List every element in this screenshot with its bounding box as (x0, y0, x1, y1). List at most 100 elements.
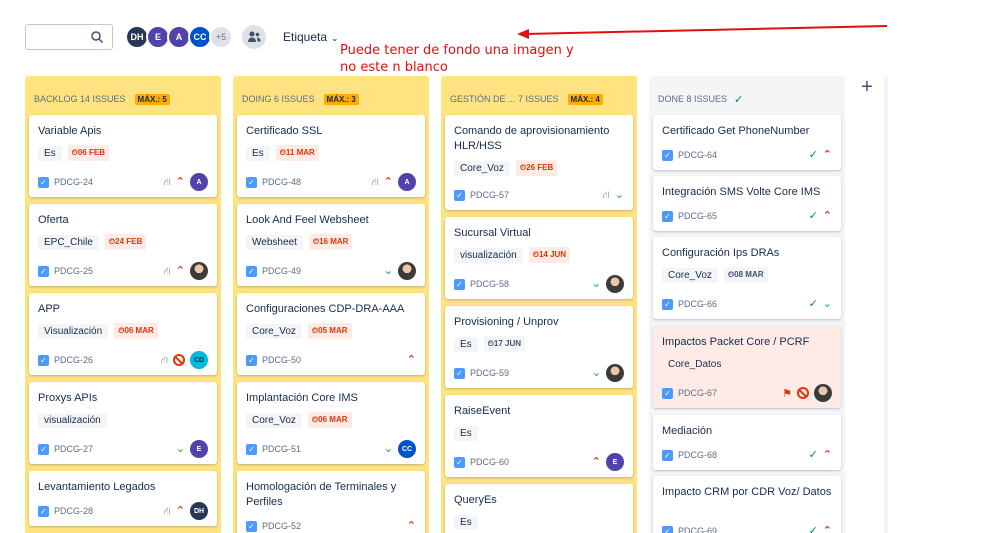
priority-high-icon: ⌃ (406, 353, 416, 366)
issue-card[interactable]: Variable Apis Es ⏲06 FEB ✓ PDCG-24 ⛙ ⌃ A (29, 115, 217, 197)
priority-high-icon: ⌃ (822, 209, 832, 222)
priority-high-icon: ⌃ (383, 175, 393, 188)
assignee-avatar[interactable]: A (398, 173, 416, 191)
card-title: Certificado SSL (246, 125, 323, 137)
issue-key: PDCG-64 (678, 150, 718, 160)
issue-card-flagged[interactable]: Impactos Packet Core / PCRF Core_Datos ✓… (653, 326, 841, 408)
issue-card[interactable]: Provisioning / Unprov Es ⏲17 JUN ✓ PDCG-59… (445, 306, 633, 388)
column-backlog: BACKLOG 14 ISSUES MÁX.: 5 Variable Apis … (25, 76, 221, 533)
issue-card[interactable]: Certificado Get PhoneNumber ✓ PDCG-64 ✓ ⌃ (653, 115, 841, 170)
story-type-icon: ✓ (246, 443, 257, 455)
due-date-badge: ⏲17 JUN (483, 336, 526, 352)
issue-card[interactable]: Look And Feel Websheet Websheet ⏲16 MAR ✓… (237, 204, 425, 286)
assignee-avatar[interactable] (606, 364, 624, 382)
story-type-icon: ✓ (662, 149, 673, 161)
assignee-avatar[interactable] (814, 384, 832, 402)
story-type-icon: ✓ (38, 354, 49, 366)
issue-card[interactable]: Mediación ✓ PDCG-68 ✓ ⌃ (653, 415, 841, 470)
done-check-icon: ✓ (808, 297, 818, 310)
label-filter-dropdown[interactable]: Etiqueta ⌄ (283, 30, 339, 44)
blocked-icon (173, 354, 185, 366)
issue-card[interactable]: Levantamiento Legados ✓ PDCG-28 ⛙ ⌃ DH (29, 471, 217, 526)
issue-card[interactable]: RaiseEvent Es ✓ PDCG-60 ⌃ E (445, 395, 633, 477)
story-type-icon: ✓ (662, 449, 673, 461)
column-title: BACKLOG 14 ISSUES (34, 94, 126, 104)
assignee-avatar[interactable] (606, 275, 624, 293)
due-date-badge: ⏲06 MAR (307, 412, 352, 428)
search-icon (91, 31, 104, 44)
issue-key: PDCG-58 (470, 279, 510, 289)
issue-card[interactable]: Implantación Core IMS Core_Voz ⏲06 MAR ✓ P… (237, 382, 425, 464)
done-check-icon: ✓ (808, 209, 818, 222)
assignee-avatar[interactable]: E (190, 440, 208, 458)
issue-key: PDCG-25 (54, 266, 94, 276)
add-column-button[interactable]: + (856, 76, 878, 98)
issue-card[interactable]: Sucursal Virtual visualización ⏲14 JUN ✓ P… (445, 217, 633, 299)
card-title: Sucursal Virtual (454, 227, 531, 239)
issue-card[interactable]: Proxys APIs visualización ✓ PDCG-27 ⌄ E (29, 382, 217, 464)
issue-card[interactable]: Impacto CRM por CDR Voz/ Datos ✓ PDCG-69 ✓… (653, 476, 841, 533)
assignee-avatar[interactable] (398, 262, 416, 280)
due-date-badge: ⏲24 FEB (104, 234, 147, 250)
assignee-avatar[interactable]: CC (398, 440, 416, 458)
issue-key: PDCG-69 (678, 526, 718, 533)
due-date-badge: ⏲08 MAR (723, 267, 768, 283)
issue-key: PDCG-51 (262, 444, 302, 454)
issue-card[interactable]: Oferta EPC_Chile ⏲24 FEB ✓ PDCG-25 ⛙ ⌃ (29, 204, 217, 286)
due-date-badge: ⏲11 MAR (275, 145, 319, 161)
assignee-avatar[interactable]: DH (190, 502, 208, 520)
due-date-badge: ⏲06 MAR (114, 323, 158, 339)
subtask-icon: ⛙ (602, 189, 610, 201)
label-tag: Core_Datos (668, 358, 722, 370)
card-title: Impacto CRM por CDR Voz/ Datos (662, 486, 832, 498)
card-title: Variable Apis (38, 125, 102, 137)
issue-key: PDCG-24 (54, 177, 94, 187)
assignee-avatar[interactable]: E (606, 453, 624, 471)
card-title: Comando de aprovisionamiento HLR/HSS (454, 125, 610, 152)
subtask-icon: ⛙ (163, 176, 171, 188)
issue-card[interactable]: Homologación de Terminales y Perfiles ✓ P… (237, 471, 425, 533)
issue-card[interactable]: Configuración Ips DRAs Core_Voz ⏲08 MAR ✓… (653, 237, 841, 319)
issue-card[interactable]: Integración SMS Volte Core IMS ✓ PDCG-65 ✓… (653, 176, 841, 231)
story-type-icon: ✓ (246, 265, 257, 277)
story-type-icon: ✓ (246, 354, 257, 366)
check-icon: ✓ (734, 93, 744, 106)
story-type-icon: ✓ (246, 176, 257, 188)
column-done: DONE 8 ISSUES ✓ Certificado Get PhoneNum… (649, 76, 845, 533)
assignee-avatar[interactable]: A (190, 173, 208, 191)
story-type-icon: ✓ (454, 278, 465, 290)
annotation-note: Puede tener de fondo una imagen y no est… (340, 43, 574, 75)
story-type-icon: ✓ (662, 210, 673, 222)
priority-low-icon: ⌄ (614, 188, 624, 201)
card-title: Levantamiento Legados (38, 481, 156, 493)
assignee-avatar[interactable]: CD (190, 351, 208, 369)
label-tag: Core_Voz (662, 267, 718, 283)
column-title: DOING 6 ISSUES (242, 94, 315, 104)
issue-card[interactable]: Certificado SSL Es ⏲11 MAR ✓ PDCG-48 ⛙ ⌃ A (237, 115, 425, 197)
done-check-icon: ✓ (808, 524, 818, 533)
search-input[interactable] (25, 24, 113, 50)
issue-card[interactable]: Comando de aprovisionamiento HLR/HSS Cor… (445, 115, 633, 210)
story-type-icon: ✓ (454, 367, 465, 379)
priority-low-icon: ⌄ (175, 442, 185, 455)
issue-card[interactable]: Configuraciones CDP-DRA-AAA Core_Voz ⏲05 … (237, 293, 425, 375)
label-tag: Es (246, 145, 270, 161)
card-title: Configuración Ips DRAs (662, 247, 780, 259)
more-avatars-button[interactable]: +5 (209, 25, 233, 49)
add-people-button[interactable] (242, 25, 266, 49)
column-title: DONE 8 ISSUES (658, 94, 728, 104)
card-title: Proxys APIs (38, 392, 98, 404)
issue-key: PDCG-28 (54, 506, 94, 516)
issue-key: PDCG-60 (470, 457, 510, 467)
assignee-avatar[interactable] (190, 262, 208, 280)
label-tag: Es (454, 336, 478, 352)
issue-key: PDCG-48 (262, 177, 302, 187)
label-filter-text: Etiqueta (283, 30, 328, 44)
issue-key: PDCG-50 (262, 355, 302, 365)
priority-high-icon: ⌃ (175, 504, 185, 517)
card-title: Oferta (38, 214, 69, 226)
issue-card[interactable]: APP Visualización ⏲06 MAR ✓ PDCG-26 ⛙ CD (29, 293, 217, 375)
issue-card[interactable]: QueryEs Es (445, 484, 633, 533)
priority-low-icon: ⌄ (591, 277, 601, 290)
card-title: Provisioning / Unprov (454, 316, 559, 328)
